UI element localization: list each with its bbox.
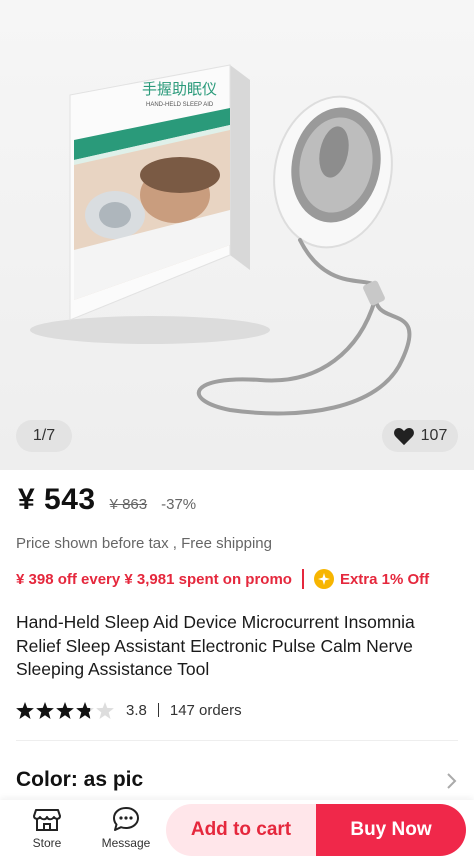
likes-count: 107 — [420, 427, 448, 444]
product-image-gallery[interactable]: 手握助眠仪 HAND-HELD SLEEP AID 1/7 107 — [0, 0, 474, 470]
star-icon — [36, 701, 54, 719]
section-divider — [16, 740, 458, 741]
wishlist-button[interactable]: 107 — [382, 420, 458, 452]
image-counter: 1/7 — [16, 420, 72, 452]
box-title-en: HAND-HELD SLEEP AID — [146, 102, 214, 108]
tax-shipping-note: Price shown before tax , Free shipping — [16, 535, 272, 552]
chevron-right-icon[interactable] — [446, 772, 458, 795]
rating-divider — [157, 703, 159, 717]
store-icon — [33, 806, 61, 836]
rating-value: 3.8 — [126, 701, 147, 719]
product-title: Hand-Held Sleep Aid Device Microcurrent … — [16, 612, 415, 679]
heart-icon — [393, 426, 415, 446]
star-icon — [16, 701, 34, 719]
store-label: Store — [32, 836, 62, 850]
discount-badge: -37% — [161, 496, 197, 513]
promo-divider — [301, 569, 304, 589]
rating-row[interactable]: 3.8 147 orders — [16, 698, 242, 722]
coupon-promo[interactable]: ¥ 398 off every ¥ 3,981 spent on promo — [16, 571, 292, 588]
message-button[interactable]: Message — [96, 806, 156, 850]
orders-count: 147 orders — [169, 701, 242, 719]
product-photo: 手握助眠仪 HAND-HELD SLEEP AID — [30, 64, 412, 416]
star-rating — [16, 701, 114, 719]
extra-off-promo[interactable]: Extra 1% Off — [340, 571, 429, 588]
image-counter-text: 1/7 — [32, 427, 56, 444]
add-to-cart-button[interactable]: Add to cart — [166, 804, 316, 856]
original-price: ¥ 863 — [109, 496, 148, 513]
box-title-cn: 手握助眠仪 — [142, 80, 217, 98]
star-icon — [56, 701, 74, 719]
star-icon — [76, 701, 94, 719]
message-label: Message — [101, 836, 151, 850]
current-price: ¥ 543 — [18, 483, 96, 516]
promo-row[interactable]: ¥ 398 off every ¥ 3,981 spent on promo E… — [16, 567, 464, 591]
color-variant-selector[interactable]: Color: as pic — [16, 768, 143, 792]
price-row: ¥ 543 ¥ 863 -37% — [18, 483, 196, 517]
star-icon — [96, 701, 114, 719]
store-button[interactable]: Store — [17, 806, 77, 850]
bottom-action-bar: Store Message Add to cart Buy Now — [0, 800, 474, 860]
message-icon — [112, 806, 140, 836]
coin-icon — [313, 569, 334, 589]
buy-now-button[interactable]: Buy Now — [316, 804, 466, 856]
